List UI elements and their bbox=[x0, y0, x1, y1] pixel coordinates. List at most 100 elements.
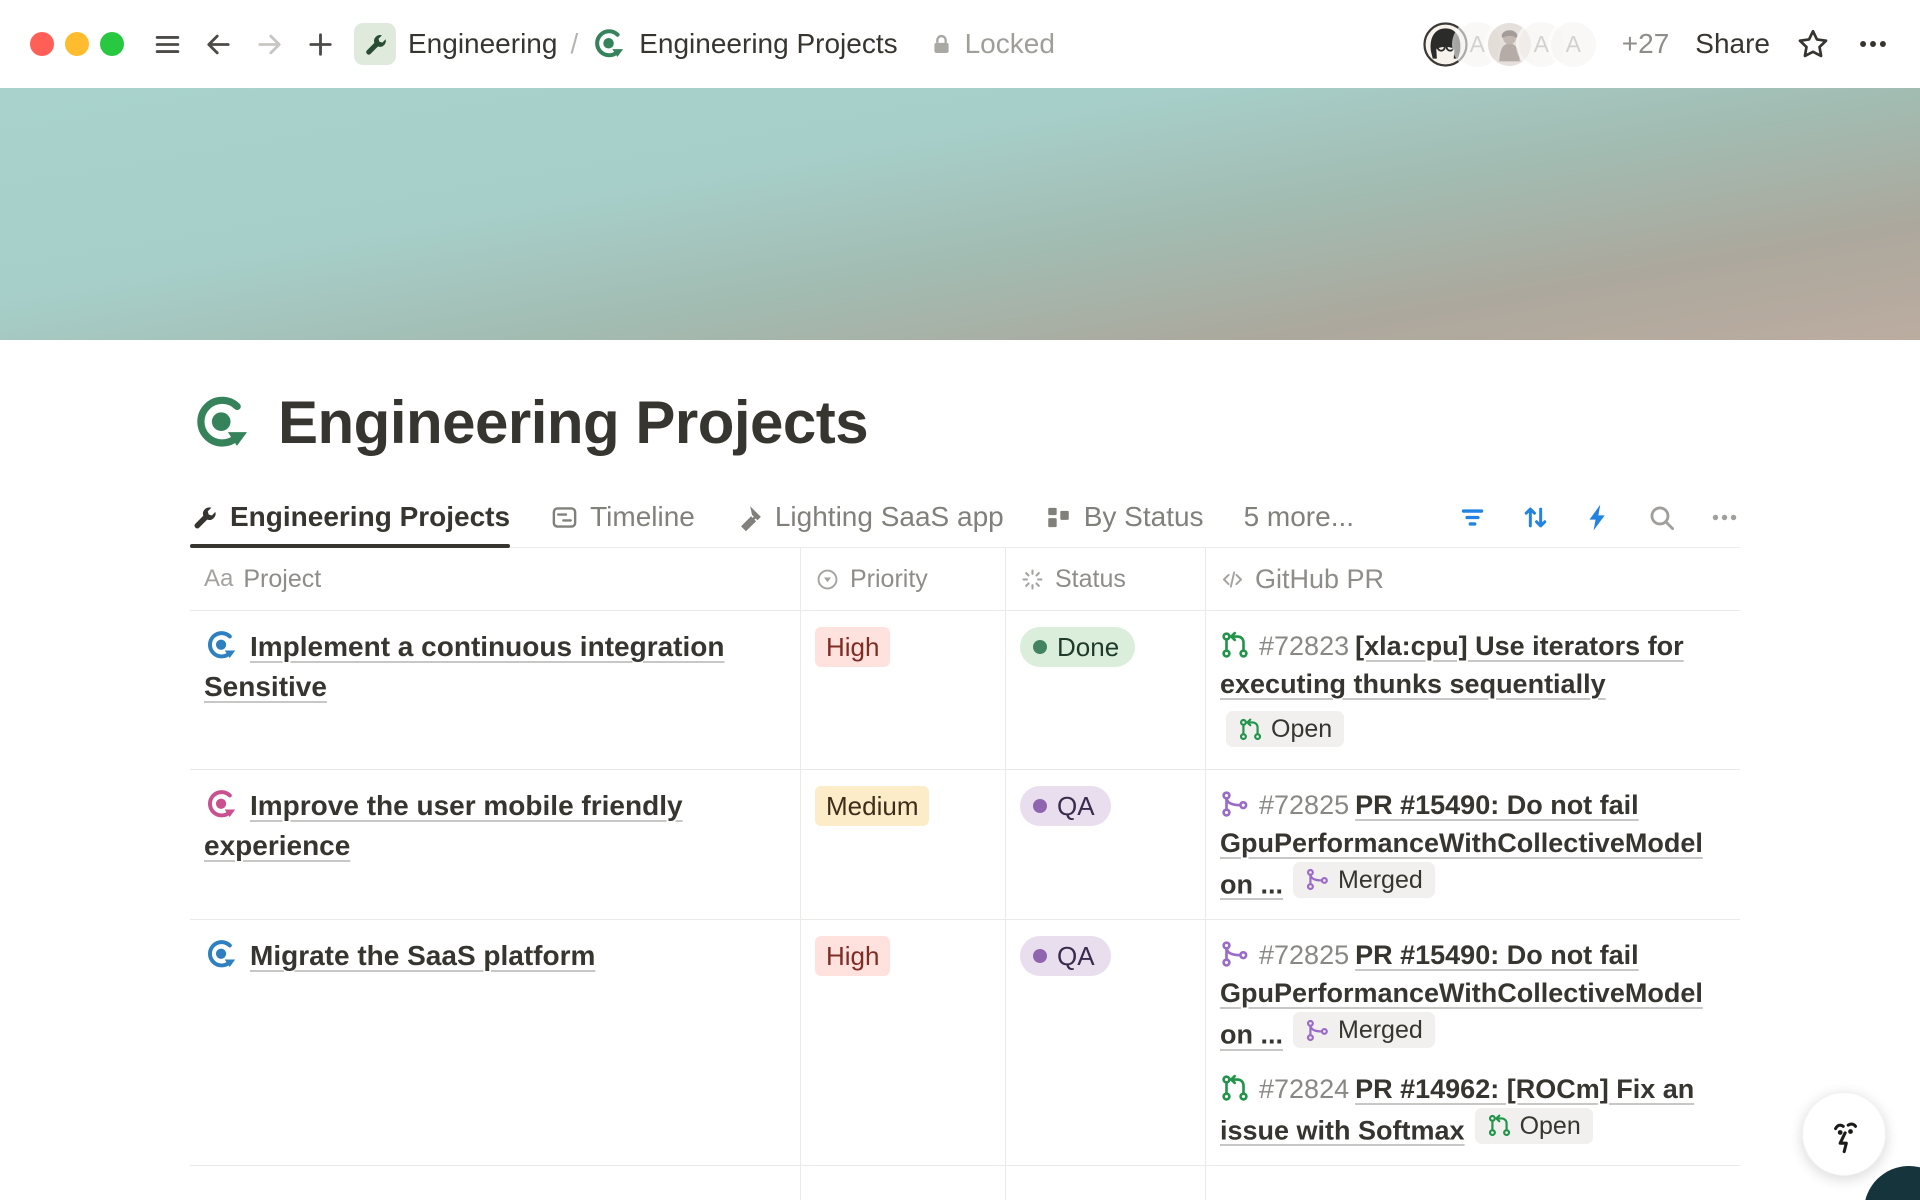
pr-merged-icon bbox=[1305, 1018, 1330, 1043]
github-pr-link[interactable]: #72825PR #15490: Do not fail GpuPerforma… bbox=[1220, 786, 1726, 904]
pr-open-icon bbox=[1220, 1073, 1250, 1103]
hammer-icon bbox=[735, 503, 764, 532]
github-pr-link[interactable]: #72823[xla:cpu] Use iterators for execut… bbox=[1220, 627, 1726, 753]
avatar-overflow-count[interactable]: +27 bbox=[1622, 28, 1670, 60]
back-button[interactable] bbox=[199, 25, 238, 64]
automation-button[interactable] bbox=[1583, 502, 1614, 533]
more-options-button[interactable] bbox=[1856, 27, 1890, 61]
status-badge[interactable]: QA bbox=[1020, 786, 1111, 826]
breadcrumb-separator: / bbox=[570, 28, 578, 60]
pr-merged-icon bbox=[1220, 789, 1250, 819]
tab-lighting-saas-app[interactable]: Lighting SaaS app bbox=[735, 487, 1004, 547]
cycle-icon bbox=[204, 937, 239, 972]
forward-arrow-icon bbox=[254, 29, 285, 60]
table-row: Implement a continuous integration Mediu… bbox=[190, 1166, 1740, 1200]
forward-button[interactable] bbox=[250, 25, 289, 64]
search-button[interactable] bbox=[1646, 502, 1677, 533]
breadcrumb-team[interactable]: Engineering bbox=[408, 28, 557, 60]
minimize-window-button[interactable] bbox=[65, 32, 89, 56]
cycle-icon bbox=[591, 26, 627, 62]
view-options-button[interactable] bbox=[1709, 502, 1740, 533]
sidebar-menu-button[interactable] bbox=[148, 25, 187, 64]
filter-button[interactable] bbox=[1457, 502, 1488, 533]
pr-state-badge[interactable]: Merged bbox=[1293, 1012, 1435, 1048]
pr-state-badge[interactable]: Open bbox=[1226, 711, 1344, 747]
table-row: Migrate the SaaS platform High QA #72825… bbox=[190, 920, 1740, 1166]
tab-by-status[interactable]: By Status bbox=[1044, 487, 1204, 547]
sort-button[interactable] bbox=[1520, 502, 1551, 533]
filter-icon bbox=[1457, 502, 1488, 533]
tab-timeline[interactable]: Timeline bbox=[550, 487, 695, 547]
cycle-icon bbox=[204, 787, 239, 822]
priority-badge[interactable]: High bbox=[815, 936, 890, 976]
page-cycle-icon[interactable] bbox=[190, 391, 254, 455]
breadcrumb: Engineering / Engineering Projects bbox=[354, 23, 898, 65]
timeline-icon bbox=[550, 503, 579, 532]
ellipsis-icon bbox=[1709, 502, 1740, 533]
page-content: Engineering Projects Engineering Project… bbox=[190, 388, 1740, 1200]
zoom-window-button[interactable] bbox=[100, 32, 124, 56]
project-title-link[interactable]: Implement a continuous integration Sensi… bbox=[204, 631, 724, 702]
pr-state-badge[interactable]: Open bbox=[1475, 1108, 1593, 1144]
notion-window: Engineering / Engineering Projects Locke… bbox=[0, 0, 1920, 1200]
new-tab-button[interactable] bbox=[301, 25, 340, 64]
star-icon bbox=[1796, 27, 1830, 61]
close-window-button[interactable] bbox=[30, 32, 54, 56]
more-views-button[interactable]: 5 more... bbox=[1244, 501, 1354, 533]
status-badge[interactable]: QA bbox=[1020, 936, 1111, 976]
share-button[interactable]: Share bbox=[1695, 28, 1770, 60]
text-property-icon: Aa bbox=[204, 565, 233, 593]
status-spinner-icon bbox=[1020, 567, 1045, 592]
pr-open-icon bbox=[1487, 1113, 1512, 1138]
notion-ai-button[interactable] bbox=[1802, 1092, 1886, 1176]
back-arrow-icon bbox=[203, 29, 234, 60]
pr-merged-icon bbox=[1305, 867, 1330, 892]
code-icon bbox=[1220, 567, 1245, 592]
column-header-project[interactable]: Aa Project bbox=[190, 548, 800, 610]
wrench-icon bbox=[190, 503, 219, 532]
table-row: Implement a continuous integration Sensi… bbox=[190, 611, 1740, 770]
teamspace-icon[interactable] bbox=[354, 23, 396, 65]
status-dot bbox=[1033, 949, 1047, 963]
avatar[interactable]: A bbox=[1551, 22, 1596, 67]
tab-engineering-projects[interactable]: Engineering Projects bbox=[190, 487, 510, 547]
ai-face-icon bbox=[1821, 1111, 1867, 1157]
project-title-link[interactable]: Improve the user mobile friendly experie… bbox=[204, 790, 683, 861]
pr-state-badge[interactable]: Merged bbox=[1293, 862, 1435, 898]
column-header-github-pr[interactable]: GitHub PR bbox=[1205, 548, 1740, 610]
wrench-icon bbox=[362, 31, 389, 58]
status-dot bbox=[1033, 799, 1047, 813]
avatar-stack[interactable]: A A A bbox=[1423, 22, 1596, 67]
priority-badge[interactable]: Medium bbox=[815, 786, 929, 826]
pr-open-icon bbox=[1238, 717, 1263, 742]
table-row: Improve the user mobile friendly experie… bbox=[190, 770, 1740, 921]
search-icon bbox=[1646, 502, 1677, 533]
table-header: Aa Project Priority Status GitHub PR bbox=[190, 548, 1740, 611]
favorite-button[interactable] bbox=[1796, 27, 1830, 61]
breadcrumb-page[interactable]: Engineering Projects bbox=[639, 28, 897, 60]
plus-icon bbox=[305, 29, 336, 60]
github-pr-link[interactable]: #72825PR #15490: Do not fail GpuPerforma… bbox=[1220, 936, 1726, 1054]
github-pr-link[interactable]: #72824PR #14962: [ROCm] Fix an issue wit… bbox=[1220, 1070, 1726, 1150]
locked-indicator[interactable]: Locked bbox=[928, 28, 1055, 60]
status-badge[interactable]: Done bbox=[1020, 627, 1135, 667]
column-header-status[interactable]: Status bbox=[1005, 548, 1205, 610]
topbar-right: A A A +27 Share bbox=[1423, 22, 1890, 67]
pr-open-icon bbox=[1220, 630, 1250, 660]
page-cover bbox=[0, 88, 1920, 340]
view-toolbar bbox=[1457, 502, 1740, 533]
lock-icon bbox=[928, 31, 955, 58]
status-dot bbox=[1033, 640, 1047, 654]
select-property-icon bbox=[815, 567, 840, 592]
page-title: Engineering Projects bbox=[278, 388, 868, 457]
window-controls bbox=[30, 32, 124, 56]
priority-badge[interactable]: High bbox=[815, 627, 890, 667]
nav-buttons bbox=[148, 25, 340, 64]
sort-icon bbox=[1520, 502, 1551, 533]
corner-widget[interactable] bbox=[1864, 1166, 1920, 1200]
column-header-priority[interactable]: Priority bbox=[800, 548, 1005, 610]
locked-label: Locked bbox=[965, 28, 1055, 60]
project-title-link[interactable]: Migrate the SaaS platform bbox=[204, 940, 595, 971]
board-icon bbox=[1044, 503, 1073, 532]
ellipsis-icon bbox=[1856, 27, 1890, 61]
